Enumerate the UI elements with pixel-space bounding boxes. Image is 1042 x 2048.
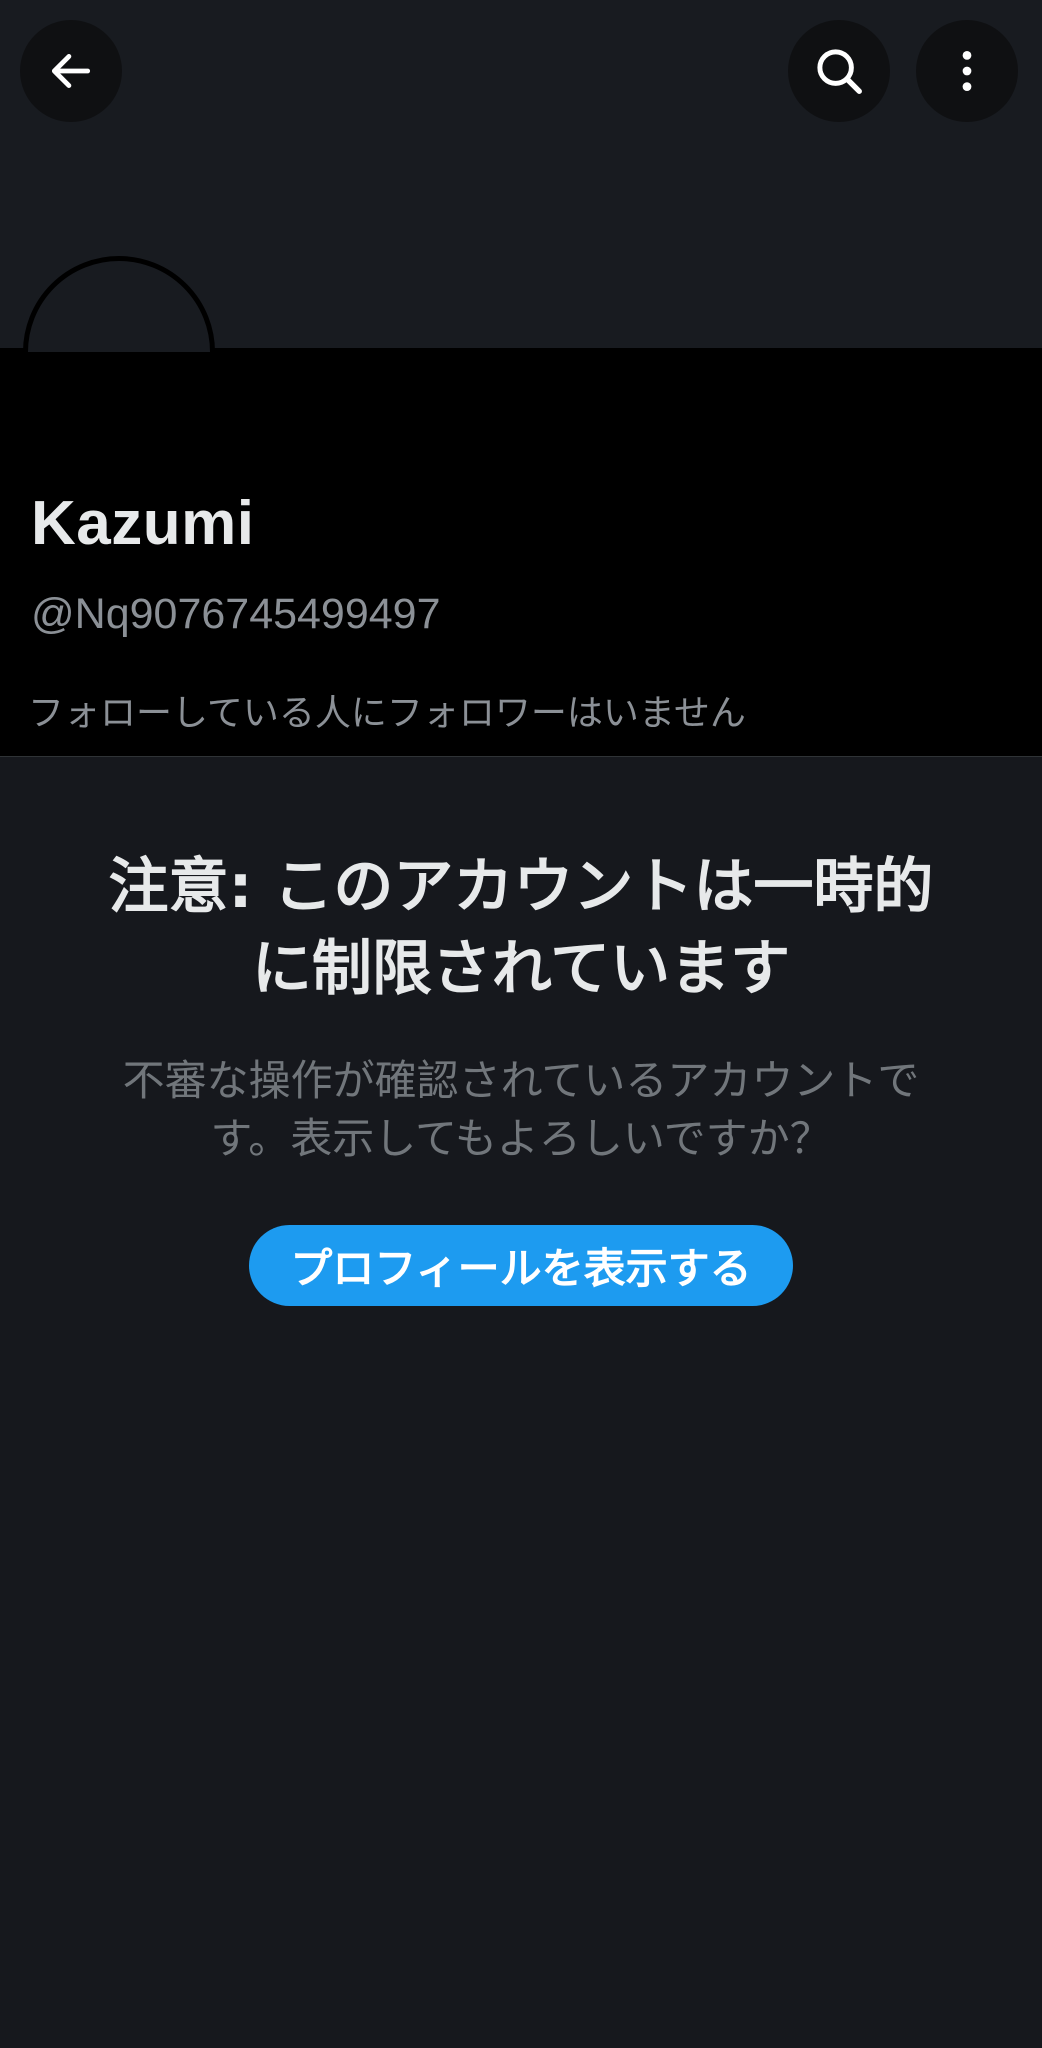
warning-description: 不審な操作が確認されているアカウントで す。表示してもよろしいですか？	[100, 1052, 942, 1168]
warning-title-line: に制限されています	[251, 934, 791, 1004]
warning-title-line: 注意: このアカウントは一時的	[108, 852, 934, 922]
back-button[interactable]	[20, 20, 122, 122]
profile-screen: Kazumi @Nq9076745499497 フォローしている人にフォロワーは…	[0, 0, 1042, 2048]
user-handle: @Nq9076745499497	[31, 590, 441, 638]
warning-description-line: す。表示してもよろしいですか？	[210, 1114, 832, 1163]
search-icon	[817, 49, 862, 94]
warning-description-line: 不審な操作が確認されているアカウントで	[122, 1056, 920, 1105]
divider	[0, 756, 1042, 757]
more-vertical-icon	[962, 51, 972, 91]
follow-note: フォローしている人にフォロワーはいません	[28, 693, 746, 734]
view-profile-button[interactable]: プロフィールを表示する	[249, 1225, 793, 1306]
search-button[interactable]	[788, 20, 890, 122]
display-name: Kazumi	[31, 489, 255, 558]
warning-title: 注意: このアカウントは一時的 に制限されています	[90, 846, 952, 1010]
more-options-button[interactable]	[916, 20, 1018, 122]
arrow-left-icon	[51, 54, 91, 88]
